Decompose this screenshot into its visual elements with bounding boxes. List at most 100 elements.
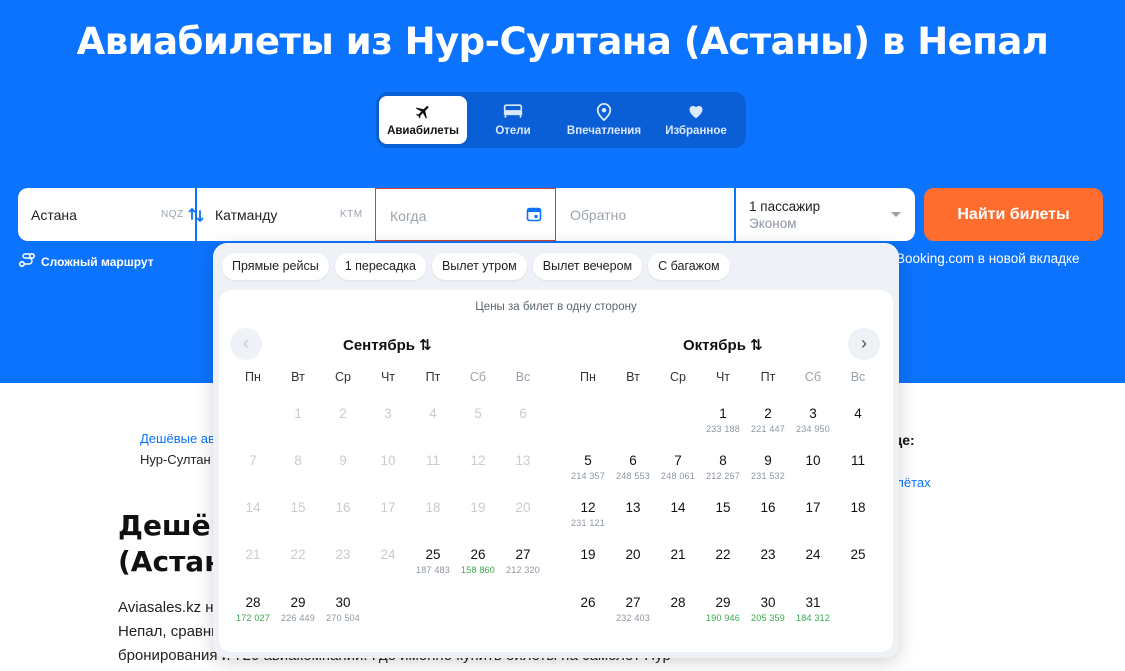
day-price: 232 403 bbox=[616, 613, 650, 623]
filter-baggage[interactable]: С багажом bbox=[648, 253, 730, 280]
chevron-left-icon: ‹ bbox=[243, 333, 249, 353]
day-number: 14 bbox=[245, 500, 261, 515]
weekday-label: Вс bbox=[850, 370, 866, 384]
calendar-day[interactable]: 27 232 403 bbox=[611, 595, 655, 623]
booking-link[interactable]: Booking.com в новой вкладке bbox=[896, 251, 1080, 266]
day-number: 6 bbox=[519, 406, 527, 421]
calendar-day[interactable]: 9 231 532 bbox=[746, 453, 790, 481]
calendar-day[interactable]: 7 248 061 bbox=[656, 453, 700, 481]
day-number: 23 bbox=[760, 547, 776, 562]
calendar-day[interactable]: 13 bbox=[611, 500, 655, 518]
calendar-day[interactable]: 3 234 950 bbox=[791, 406, 835, 434]
tab-favorites[interactable]: Избранное bbox=[652, 96, 740, 144]
calendar-day[interactable]: 8 212 267 bbox=[701, 453, 745, 481]
calendar-day[interactable]: 31 184 312 bbox=[791, 595, 835, 623]
day-price: 221 447 bbox=[751, 424, 785, 434]
calendar-day[interactable]: 17 bbox=[791, 500, 835, 518]
calendar-day[interactable]: 14 bbox=[656, 500, 700, 518]
calendar-day[interactable]: 10 bbox=[791, 453, 835, 471]
filter-morning[interactable]: Вылет утром bbox=[431, 253, 527, 280]
calendar-day[interactable]: 16 bbox=[746, 500, 790, 518]
return-placeholder: Обратно bbox=[570, 207, 627, 223]
calendar-day[interactable]: 1 233 188 bbox=[701, 406, 745, 434]
calendar-day[interactable]: 18 bbox=[836, 500, 880, 518]
calendar-day[interactable]: 21 bbox=[656, 547, 700, 565]
calendar-day[interactable]: 4 bbox=[836, 406, 880, 424]
prev-month-button[interactable]: ‹ bbox=[230, 328, 262, 360]
next-month-button[interactable]: › bbox=[848, 328, 880, 360]
heart-icon bbox=[652, 103, 740, 121]
weekday-label: Сб bbox=[469, 370, 487, 384]
calendar-day[interactable]: 19 bbox=[566, 547, 610, 565]
weekday-label: Пн bbox=[580, 370, 596, 384]
calendar-day[interactable]: 6 248 553 bbox=[611, 453, 655, 481]
depart-date-field[interactable]: Когда bbox=[375, 188, 556, 241]
calendar-day[interactable]: 26 bbox=[566, 595, 610, 613]
destination-field[interactable]: Катманду KTM bbox=[197, 188, 375, 241]
calendar-day[interactable]: 15 bbox=[701, 500, 745, 518]
day-number: 1 bbox=[294, 406, 302, 421]
calendar-day: 5 bbox=[456, 406, 500, 424]
calendar-day[interactable]: 26 158 860 bbox=[456, 547, 500, 575]
calendar-day[interactable]: 2 221 447 bbox=[746, 406, 790, 434]
calendar-day[interactable]: 25 bbox=[836, 547, 880, 565]
tab-hotels[interactable]: Отели bbox=[469, 96, 557, 144]
calendar-day[interactable]: 29 226 449 bbox=[276, 595, 320, 623]
day-price: 270 504 bbox=[326, 613, 360, 623]
calendar-day: 3 bbox=[366, 406, 410, 424]
booking-link-text: Booking.com в новой вкладке bbox=[896, 251, 1080, 266]
day-price: 187 483 bbox=[416, 565, 450, 575]
calendar-day: 23 bbox=[321, 547, 365, 565]
calendar-day[interactable]: 11 bbox=[836, 453, 880, 471]
filter-evening[interactable]: Вылет вечером bbox=[532, 253, 643, 280]
breadcrumb-link[interactable]: Дешёвые ав bbox=[140, 431, 215, 446]
day-price: 214 357 bbox=[571, 471, 605, 481]
calendar-day[interactable]: 5 214 357 bbox=[566, 453, 610, 481]
weekday-label: Ср bbox=[335, 370, 351, 384]
calendar-day[interactable]: 27 212 320 bbox=[501, 547, 545, 575]
day-number: 10 bbox=[380, 453, 396, 468]
calendar-day[interactable]: 28 172 027 bbox=[231, 595, 275, 623]
weekday-label: Ср bbox=[670, 370, 686, 384]
calendar-day[interactable]: 29 190 946 bbox=[701, 595, 745, 623]
calendar-day[interactable]: 30 205 359 bbox=[746, 595, 790, 623]
tab-flights[interactable]: Авиабилеты bbox=[379, 96, 467, 144]
calendar-day[interactable]: 20 bbox=[611, 547, 655, 565]
day-number: 2 bbox=[339, 406, 347, 421]
calendar-day: 16 bbox=[321, 500, 365, 518]
month-title-september[interactable]: Сентябрь ⇅ bbox=[343, 336, 432, 354]
calendar-day[interactable]: 12 231 121 bbox=[566, 500, 610, 528]
calendar-icon bbox=[526, 206, 542, 225]
origin-field[interactable]: Астана NQZ bbox=[18, 188, 195, 241]
return-date-field[interactable]: Обратно bbox=[556, 188, 735, 241]
filter-one-stop[interactable]: 1 пересадка bbox=[334, 253, 426, 280]
complex-route-link[interactable]: Сложный маршрут bbox=[18, 252, 154, 271]
search-form: Астана NQZ Катманду KTM Когда Обратно 1 … bbox=[18, 188, 915, 241]
calendar-day[interactable]: 28 bbox=[656, 595, 700, 613]
bed-icon bbox=[469, 103, 557, 121]
day-number: 5 bbox=[584, 453, 592, 468]
tab-experiences[interactable]: Впечатления bbox=[560, 96, 648, 144]
day-number: 7 bbox=[249, 453, 257, 468]
calendar-day[interactable]: 24 bbox=[791, 547, 835, 565]
filter-direct[interactable]: Прямые рейсы bbox=[222, 253, 329, 280]
day-number: 24 bbox=[380, 547, 396, 562]
day-number: 17 bbox=[380, 500, 396, 515]
passengers-field[interactable]: 1 пассажир Эконом bbox=[736, 188, 915, 241]
month-title-october[interactable]: Октябрь ⇅ bbox=[683, 336, 763, 354]
calendar-day[interactable]: 23 bbox=[746, 547, 790, 565]
plane-icon bbox=[379, 103, 467, 121]
tab-label: Авиабилеты bbox=[387, 125, 459, 137]
calendar-day[interactable]: 30 270 504 bbox=[321, 595, 365, 623]
find-tickets-button[interactable]: Найти билеты bbox=[924, 188, 1103, 241]
day-number: 21 bbox=[670, 547, 686, 562]
calendar-day: 21 bbox=[231, 547, 275, 565]
day-number: 20 bbox=[515, 500, 531, 515]
calendar-day[interactable]: 22 bbox=[701, 547, 745, 565]
weekday-label: Сб bbox=[804, 370, 822, 384]
depart-placeholder: Когда bbox=[390, 208, 427, 224]
calendar-day[interactable]: 25 187 483 bbox=[411, 547, 455, 575]
breadcrumb-current: Нур-Султан bbox=[140, 452, 211, 467]
origin-code: NQZ bbox=[161, 209, 184, 220]
day-price: 233 188 bbox=[706, 424, 740, 434]
